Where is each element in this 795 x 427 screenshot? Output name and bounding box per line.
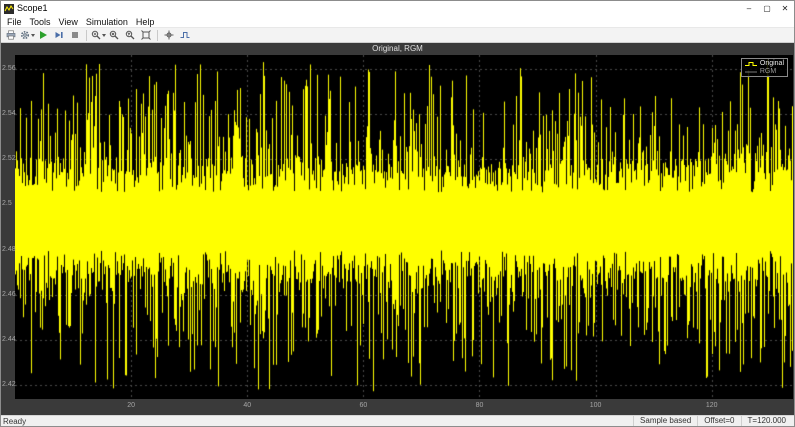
y-tick-label: 2.54 <box>2 110 16 118</box>
zoom-in-icon <box>91 30 101 40</box>
step-forward-icon <box>54 30 64 40</box>
parameters-dropdown-caret <box>31 34 35 37</box>
cursor-measurements-icon <box>164 30 174 40</box>
x-tick-label: 120 <box>704 402 720 410</box>
scope-app-icon <box>4 4 14 14</box>
signal-canvas[interactable] <box>15 55 793 399</box>
zoom-y-icon <box>125 30 135 40</box>
toolbar <box>1 28 794 43</box>
y-tick-label: 2.46 <box>2 291 16 299</box>
zoom-dropdown-caret <box>102 34 106 37</box>
menu-item-help[interactable]: Help <box>132 16 159 28</box>
status-offset: Offset=0 <box>697 416 740 426</box>
legend-item-original[interactable]: Original <box>745 60 784 67</box>
parameters-button[interactable] <box>19 29 35 42</box>
window-title: Scope1 <box>17 1 48 16</box>
status-time: T=120.000 <box>741 416 792 426</box>
x-tick-label: 60 <box>355 402 371 410</box>
trigger-icon <box>180 30 190 40</box>
measurements-button[interactable] <box>161 29 177 42</box>
legend-item-rgm[interactable]: RGM <box>745 68 784 75</box>
menu-item-simulation[interactable]: Simulation <box>82 16 132 28</box>
stop-button[interactable] <box>67 29 83 42</box>
status-sample-mode: Sample based <box>633 416 697 426</box>
scope-window: Scope1 – ▢ ✕ File Tools View Simulation … <box>0 0 795 427</box>
run-icon <box>38 30 48 40</box>
fit-to-view-button[interactable] <box>138 29 154 42</box>
minimize-button[interactable]: – <box>740 1 758 16</box>
status-ready: Ready <box>3 417 26 426</box>
maximize-button[interactable]: ▢ <box>758 1 776 16</box>
x-tick-label: 40 <box>239 402 255 410</box>
y-tick-label: 2.44 <box>2 336 16 344</box>
step-forward-button[interactable] <box>51 29 67 42</box>
y-tick-label: 2.42 <box>2 381 16 389</box>
x-tick-label: 100 <box>588 402 604 410</box>
y-tick-label: 2.5 <box>2 200 12 208</box>
trigger-button[interactable] <box>177 29 193 42</box>
status-bar: Ready Sample based Offset=0 T=120.000 <box>1 415 794 426</box>
print-icon <box>6 30 16 40</box>
legend-line-original-icon <box>745 61 757 67</box>
menu-bar: File Tools View Simulation Help <box>1 16 794 28</box>
menu-item-tools[interactable]: Tools <box>26 16 55 28</box>
menu-item-view[interactable]: View <box>55 16 82 28</box>
fit-to-view-icon <box>141 30 151 40</box>
plot-title: Original, RGM <box>1 44 794 53</box>
legend-label-rgm: RGM <box>760 68 776 75</box>
legend-label-original: Original <box>760 60 784 67</box>
legend[interactable]: Original RGM <box>741 58 788 77</box>
zoom-x-button[interactable] <box>106 29 122 42</box>
toolbar-separator <box>157 30 158 41</box>
legend-line-rgm-icon <box>745 69 757 75</box>
y-tick-label: 2.52 <box>2 155 16 163</box>
x-tick-label: 20 <box>123 402 139 410</box>
stop-icon <box>70 30 80 40</box>
run-button[interactable] <box>35 29 51 42</box>
title-bar[interactable]: Scope1 – ▢ ✕ <box>1 1 794 16</box>
toolbar-separator <box>86 30 87 41</box>
zoom-x-icon <box>109 30 119 40</box>
zoom-in-button[interactable] <box>90 29 106 42</box>
y-tick-label: 2.48 <box>2 246 16 254</box>
menu-item-file[interactable]: File <box>3 16 26 28</box>
print-button[interactable] <box>3 29 19 42</box>
gear-icon <box>20 30 30 40</box>
x-tick-label: 80 <box>471 402 487 410</box>
zoom-y-button[interactable] <box>122 29 138 42</box>
scope-view: Original, RGM Original RGM 2.56 2.54 2.52 2… <box>1 43 794 415</box>
close-button[interactable]: ✕ <box>776 1 794 16</box>
y-tick-label: 2.56 <box>2 65 16 73</box>
plot-area: Original RGM <box>15 55 793 399</box>
